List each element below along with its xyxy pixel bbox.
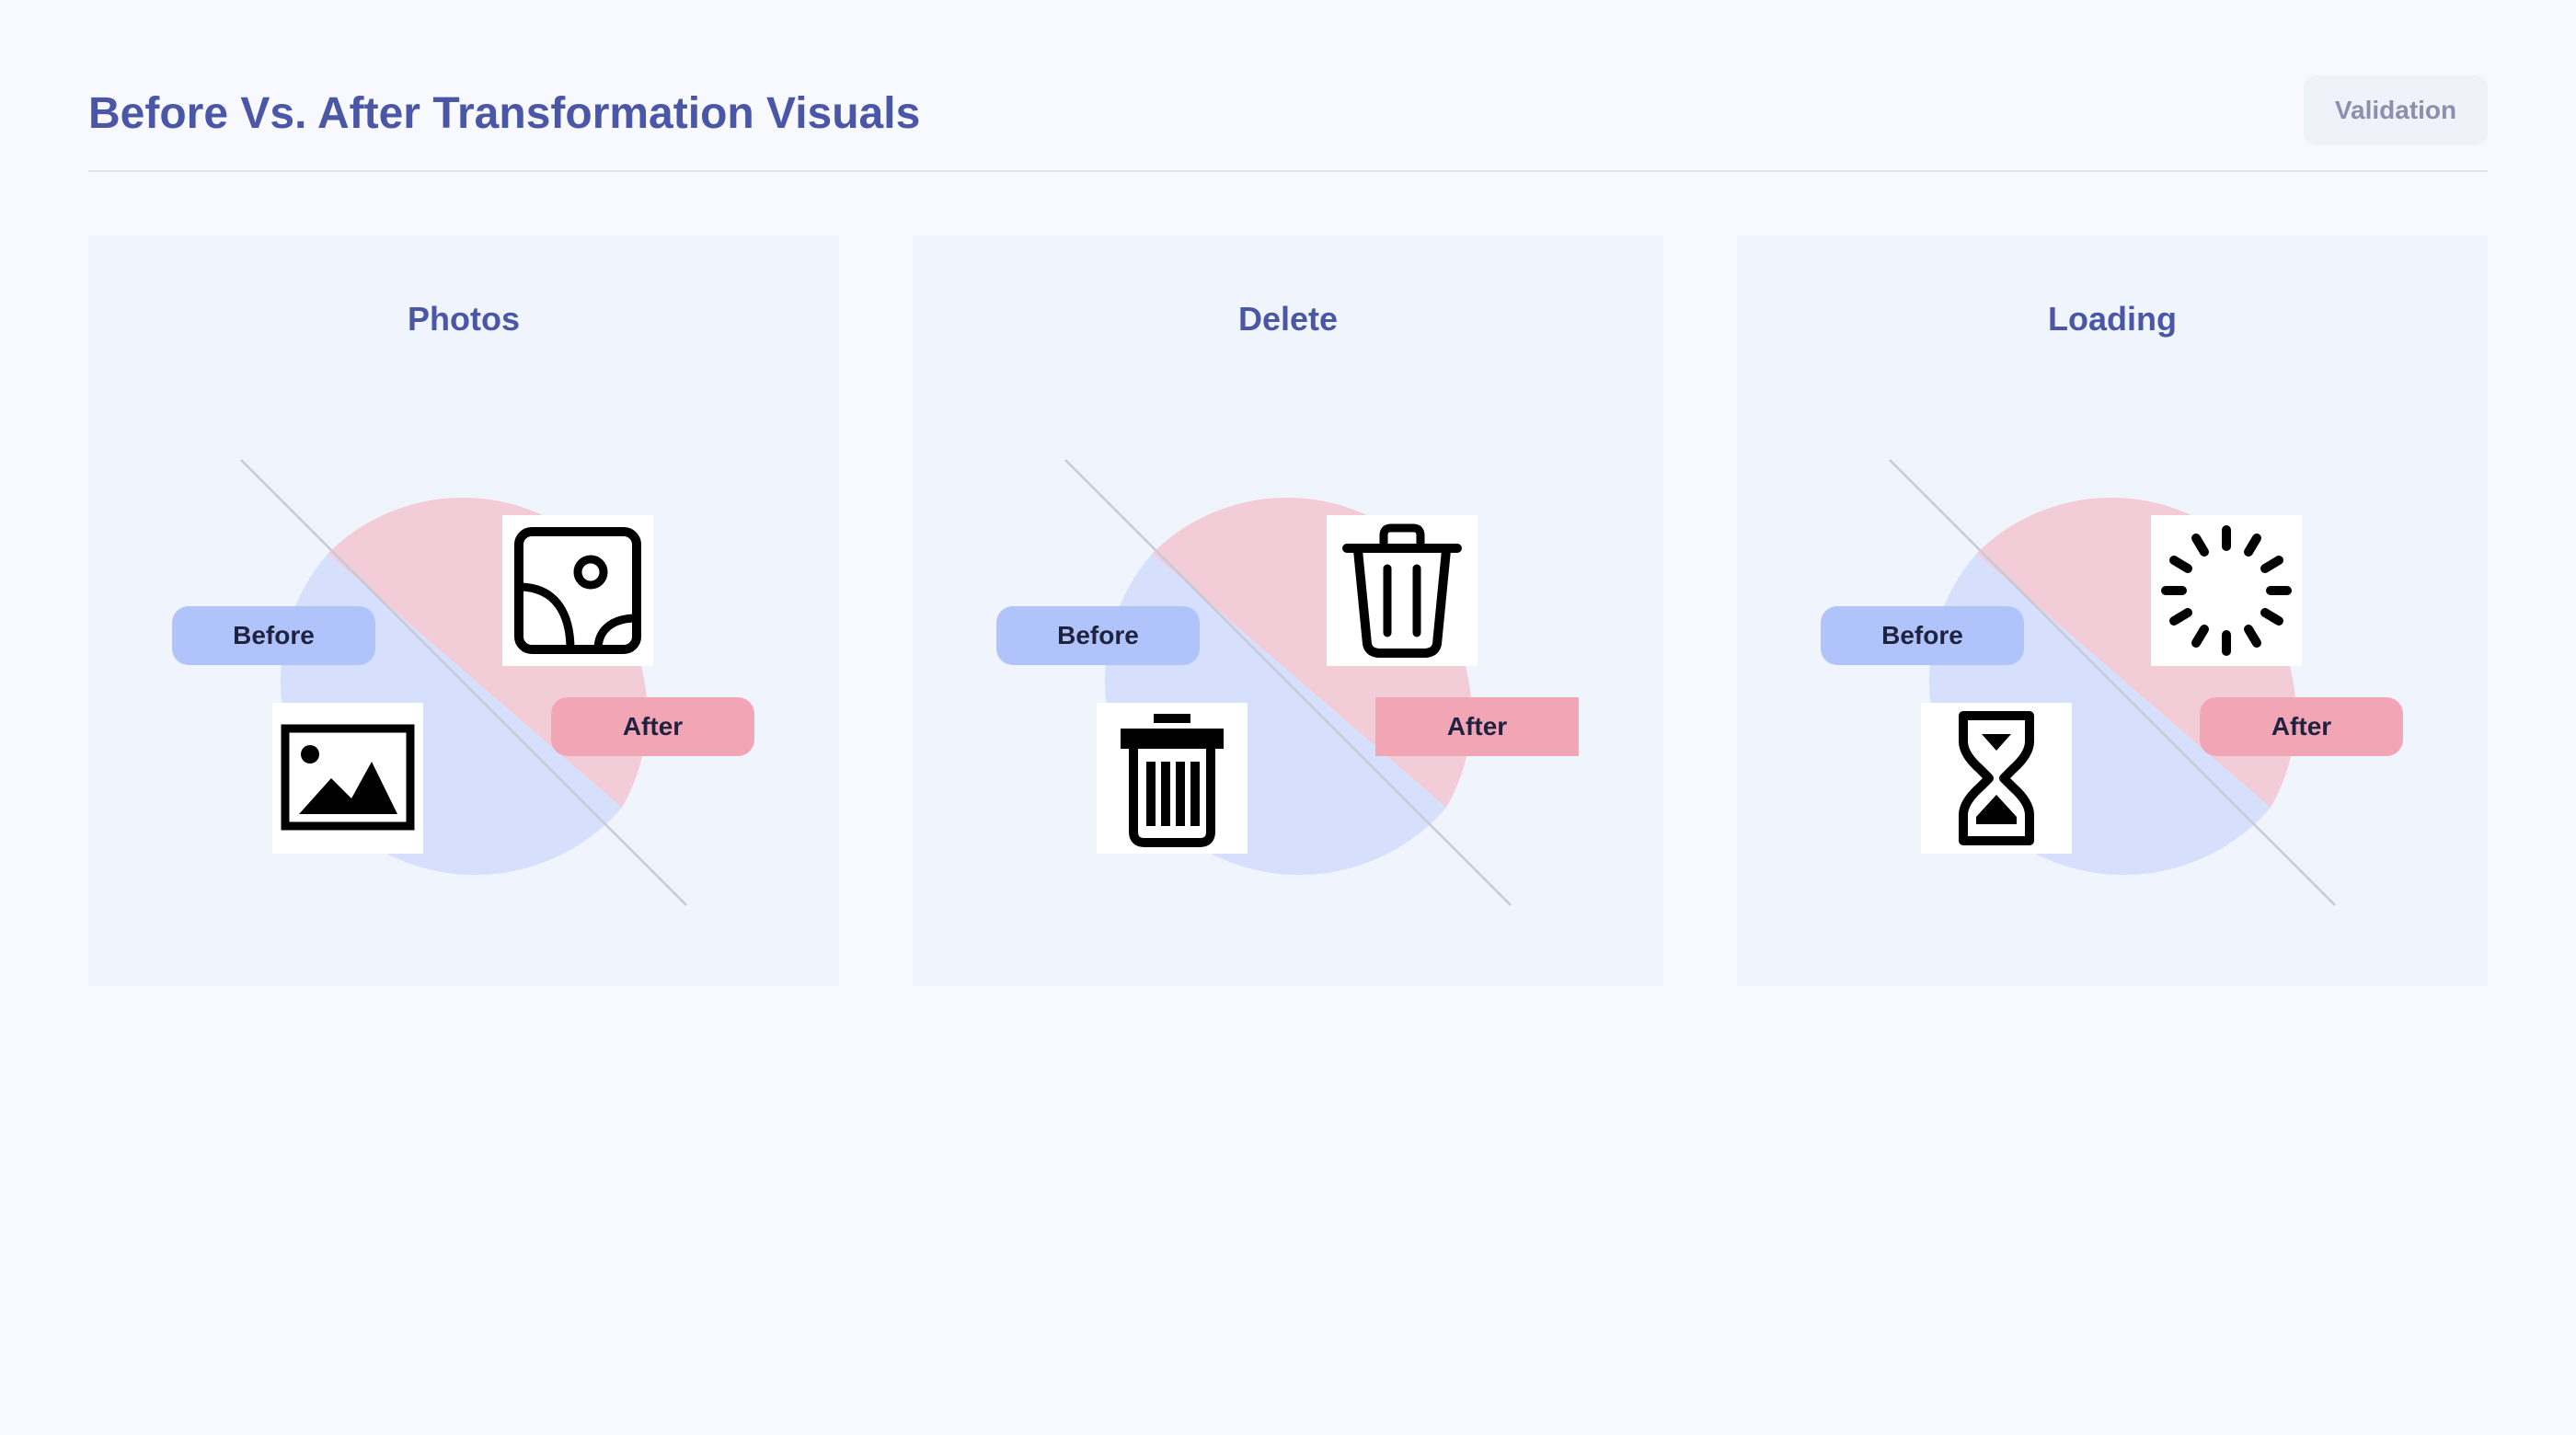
card-photos: Photos Before After xyxy=(88,235,839,986)
trash-outline-icon xyxy=(1342,523,1462,658)
after-icon-box xyxy=(2151,515,2302,666)
after-icon-box xyxy=(502,515,653,666)
card-title: Photos xyxy=(408,300,520,338)
after-label: After xyxy=(2200,697,2403,756)
header-divider xyxy=(88,170,2488,172)
before-label: Before xyxy=(996,606,1200,665)
image-icon xyxy=(281,724,415,831)
validation-button[interactable]: Validation xyxy=(2304,75,2488,145)
trash-filled-icon xyxy=(1121,714,1224,847)
card-title: Delete xyxy=(1237,300,1339,338)
page: Before Vs. After Transformation Visuals … xyxy=(0,0,2576,1435)
card-delete: Delete Before After xyxy=(913,235,1663,986)
before-icon-box xyxy=(1097,703,1248,854)
card-title: Loading xyxy=(2048,300,2177,338)
after-label: After xyxy=(1375,697,1579,756)
spinner-icon xyxy=(2161,525,2292,656)
card-loading: Loading Before After xyxy=(1737,235,2488,986)
before-label: Before xyxy=(172,606,375,665)
hourglass-icon xyxy=(1959,711,2034,845)
after-label: After xyxy=(551,697,754,756)
photo-icon xyxy=(514,527,641,654)
before-icon-box xyxy=(272,703,423,854)
before-icon-box xyxy=(1921,703,2072,854)
page-title: Before Vs. After Transformation Visuals xyxy=(88,89,921,138)
after-icon-box xyxy=(1327,515,1478,666)
before-label: Before xyxy=(1821,606,2024,665)
